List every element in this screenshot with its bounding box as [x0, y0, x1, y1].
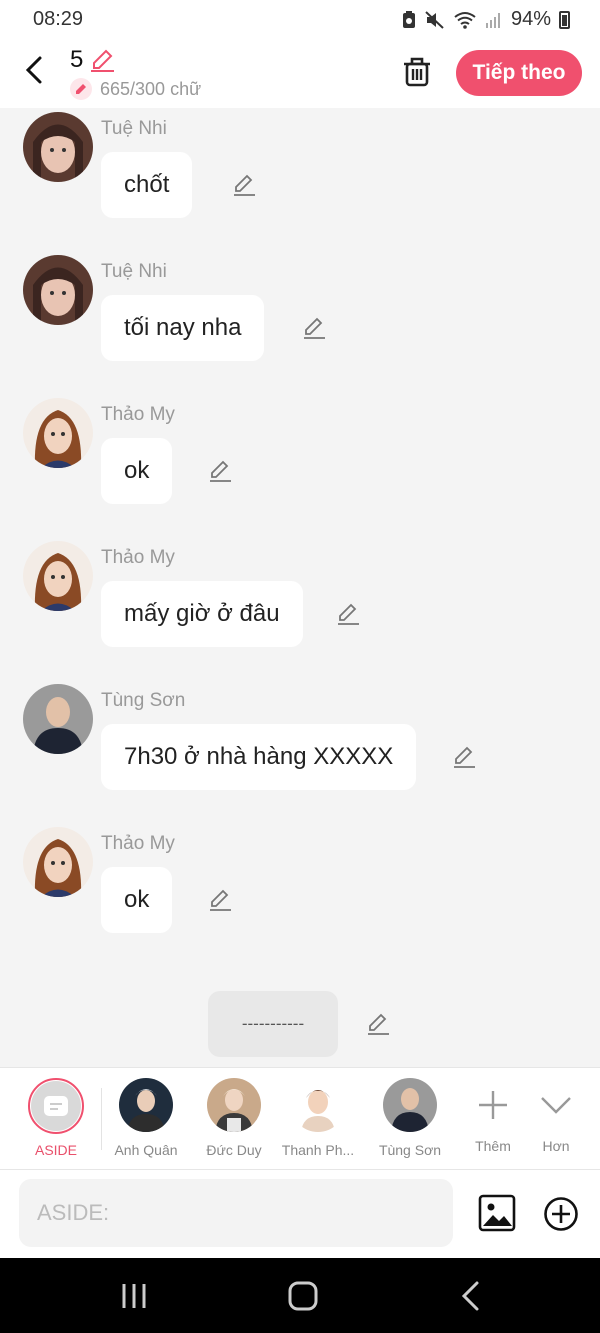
- character-label: Hơn: [542, 1138, 570, 1154]
- avatar[interactable]: [23, 112, 93, 182]
- character-label: Anh Quân: [114, 1142, 178, 1158]
- add-circle-icon[interactable]: [543, 1196, 579, 1232]
- system-nav-bar: [0, 1258, 600, 1333]
- wifi-icon: [454, 11, 476, 29]
- avatar: [291, 1078, 345, 1132]
- character-label: Tùng Sơn: [378, 1142, 442, 1158]
- edit-message-icon[interactable]: [207, 887, 233, 913]
- sender-name: Tuệ Nhi: [101, 118, 167, 139]
- message-bubble[interactable]: mấy giờ ở đâu: [101, 581, 303, 647]
- signal-icon: [485, 12, 500, 28]
- word-count-text: 665/300 chữ: [100, 78, 202, 99]
- trash-icon[interactable]: [400, 54, 434, 88]
- plus-icon: [479, 1091, 507, 1119]
- sender-name: Thảo My: [101, 547, 175, 568]
- edit-message-icon[interactable]: [231, 172, 257, 198]
- battery-icon: [559, 10, 570, 29]
- back-arrow-icon[interactable]: [20, 52, 50, 88]
- word-count: 665/300 chữ: [70, 78, 201, 100]
- back-nav-icon[interactable]: [452, 1278, 492, 1314]
- character-thanh-ph[interactable]: Thanh Ph...: [273, 1078, 363, 1158]
- character-label: Thanh Ph...: [281, 1142, 355, 1158]
- sender-name: Thảo My: [101, 404, 175, 425]
- message-bubble[interactable]: 7h30 ở nhà hàng XXXXX: [101, 724, 417, 790]
- avatar: [119, 1078, 173, 1132]
- data-saver-icon: [402, 10, 415, 28]
- message-bubble[interactable]: chốt: [101, 152, 193, 218]
- message-bubble[interactable]: ok: [101, 438, 173, 504]
- narration-icon: [44, 1096, 68, 1116]
- home-icon[interactable]: [283, 1278, 323, 1314]
- message-bubble[interactable]: ok: [101, 867, 173, 933]
- battery-percent: 94%: [510, 8, 551, 30]
- image-icon[interactable]: [478, 1194, 516, 1232]
- character-tung-son[interactable]: Tùng Sơn: [365, 1078, 455, 1158]
- avatar[interactable]: [23, 398, 93, 468]
- status-time: 08:29: [33, 8, 84, 30]
- sender-name: Tuệ Nhi: [101, 261, 167, 282]
- mute-icon: [425, 10, 444, 29]
- chevron-down-icon: [541, 1097, 571, 1114]
- aside-avatar: [28, 1078, 84, 1134]
- character-anh-quan[interactable]: Anh Quân: [101, 1078, 191, 1158]
- avatar[interactable]: [23, 827, 93, 897]
- sender-name: Thảo My: [101, 833, 175, 854]
- edit-message-icon[interactable]: [301, 315, 327, 341]
- character-label: Đức Duy: [206, 1142, 262, 1158]
- avatar[interactable]: [23, 541, 93, 611]
- message-input[interactable]: ASIDE:: [19, 1179, 453, 1247]
- input-bar: ASIDE:: [0, 1170, 600, 1258]
- edit-message-icon[interactable]: [451, 744, 477, 770]
- character-duc-duy[interactable]: Đức Duy: [189, 1078, 279, 1158]
- edit-title-icon[interactable]: [88, 46, 116, 74]
- character-label: ASIDE: [34, 1142, 77, 1158]
- avatar[interactable]: [23, 684, 93, 754]
- chat-list: Tuệ Nhi chốt Tuệ Nhi tối nay nha Thảo My…: [0, 108, 600, 1068]
- message-count: 5: [70, 46, 84, 73]
- next-button[interactable]: Tiếp theo: [456, 50, 582, 96]
- character-aside[interactable]: ASIDE: [11, 1078, 101, 1158]
- message-bubble[interactable]: tối nay nha: [101, 295, 265, 361]
- recents-icon[interactable]: [114, 1278, 154, 1314]
- aside-bubble[interactable]: -----------: [208, 991, 338, 1057]
- more-characters-button[interactable]: Hơn: [521, 1078, 591, 1154]
- status-bar: 08:29 94%: [0, 0, 600, 38]
- top-bar: 5 665/300 chữ Tiếp theo: [0, 38, 600, 108]
- edit-message-icon[interactable]: [335, 601, 361, 627]
- edit-message-icon[interactable]: [365, 1011, 391, 1037]
- character-bar: ASIDE Anh Quân Đức Duy Thanh Ph... Tùng …: [0, 1067, 600, 1170]
- pencil-icon: [70, 78, 92, 100]
- edit-message-icon[interactable]: [207, 458, 233, 484]
- avatar: [383, 1078, 437, 1132]
- status-icons: 94%: [401, 8, 570, 31]
- avatar[interactable]: [23, 255, 93, 325]
- sender-name: Tùng Sơn: [101, 690, 186, 711]
- avatar: [207, 1078, 261, 1132]
